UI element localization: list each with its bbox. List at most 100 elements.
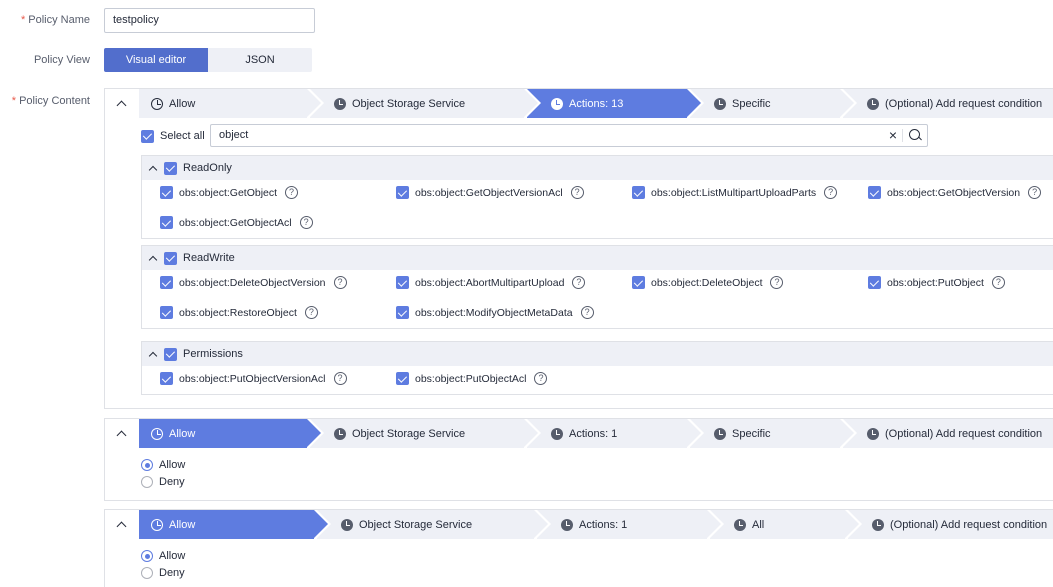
action-checkbox[interactable]: obs:object:GetObjectVersionAcl? xyxy=(396,186,584,199)
help-circle-icon[interactable]: ? xyxy=(534,372,548,385)
clock-filled-icon xyxy=(734,518,746,531)
radio-unselected-icon xyxy=(141,567,153,579)
chevron-up-icon xyxy=(116,430,126,441)
step-condition[interactable]: (Optional) Add request condition xyxy=(848,510,1053,539)
clock-filled-icon xyxy=(551,427,563,440)
action-checkbox[interactable]: obs:object:PutObjectAcl? xyxy=(396,372,548,385)
policy-view-toggle: Visual editor JSON xyxy=(104,48,312,72)
help-circle-icon[interactable]: ? xyxy=(299,216,313,229)
policy-view-label: Policy View xyxy=(33,54,90,66)
checkbox-checked-icon[interactable] xyxy=(164,161,177,175)
chevron-up-icon xyxy=(148,255,158,264)
checkbox-checked-icon xyxy=(160,216,173,229)
help-circle-icon[interactable]: ? xyxy=(304,306,318,319)
policy-statement-2: Allow Object Storage Service Actions: 1 … xyxy=(104,418,1053,501)
clock-filled-icon xyxy=(561,518,573,531)
action-group-readwrite: ReadWrite obs:object:DeleteObjectVersion… xyxy=(141,245,1053,329)
chevron-up-icon xyxy=(148,351,158,360)
step-service[interactable]: Object Storage Service xyxy=(310,89,538,118)
help-circle-icon[interactable]: ? xyxy=(991,276,1005,289)
collapse-statement-button[interactable] xyxy=(105,419,137,448)
checkbox-checked-icon xyxy=(396,276,409,289)
policy-name-input[interactable]: testpolicy xyxy=(104,8,315,33)
group-header[interactable]: ReadOnly xyxy=(142,156,1053,180)
action-checkbox[interactable]: obs:object:GetObjectVersion? xyxy=(868,186,1042,199)
action-group-permissions: Permissions obs:object:PutObjectVersionA… xyxy=(141,341,1053,395)
effect-radio-allow[interactable]: Allow xyxy=(141,550,185,562)
radio-selected-icon xyxy=(141,550,153,562)
collapse-statement-button[interactable] xyxy=(105,89,137,118)
visual-editor-button[interactable]: Visual editor xyxy=(104,48,208,72)
clock-filled-icon xyxy=(867,427,879,440)
help-circle-icon[interactable]: ? xyxy=(285,186,299,199)
action-group-readonly: ReadOnly obs:object:GetObject? obs:objec… xyxy=(141,155,1053,239)
action-checkbox[interactable]: obs:object:AbortMultipartUpload? xyxy=(396,276,586,289)
action-checkbox[interactable]: obs:object:ListMultipartUploadParts? xyxy=(632,186,838,199)
help-circle-icon[interactable]: ? xyxy=(333,276,347,289)
policy-content-label: * Policy Content xyxy=(11,95,90,107)
group-header[interactable]: ReadWrite xyxy=(142,246,1053,270)
checkbox-checked-icon[interactable] xyxy=(164,251,177,265)
clock-outline-icon xyxy=(151,97,163,110)
checkbox-checked-icon xyxy=(868,186,881,199)
action-search-input[interactable]: object × xyxy=(210,124,928,147)
step-service[interactable]: Object Storage Service xyxy=(310,419,538,448)
action-checkbox[interactable]: obs:object:GetObjectAcl? xyxy=(160,216,313,229)
search-icon[interactable] xyxy=(909,129,920,140)
checkbox-checked-icon xyxy=(868,276,881,289)
step-effect[interactable]: Allow xyxy=(139,510,328,539)
help-circle-icon[interactable]: ? xyxy=(580,306,594,319)
policy-name-label: * Policy Name xyxy=(20,14,90,26)
clock-filled-icon xyxy=(867,97,879,110)
step-effect[interactable]: Allow xyxy=(139,419,321,448)
action-checkbox[interactable]: obs:object:GetObject? xyxy=(160,186,299,199)
help-circle-icon[interactable]: ? xyxy=(572,276,586,289)
clock-filled-icon xyxy=(551,97,563,110)
collapse-statement-button[interactable] xyxy=(105,510,137,539)
effect-radio-allow[interactable]: Allow xyxy=(141,459,185,471)
help-circle-icon[interactable]: ? xyxy=(333,372,347,385)
step-resources[interactable]: Specific xyxy=(690,419,854,448)
checkbox-checked-icon xyxy=(160,186,173,199)
checkbox-checked-icon xyxy=(396,372,409,385)
close-icon[interactable]: × xyxy=(889,125,897,146)
action-checkbox[interactable]: obs:object:DeleteObjectVersion? xyxy=(160,276,347,289)
checkbox-checked-icon xyxy=(160,372,173,385)
checkbox-checked-icon xyxy=(396,306,409,319)
action-checkbox[interactable]: obs:object:ModifyObjectMetaData? xyxy=(396,306,594,319)
step-actions[interactable]: Actions: 1 xyxy=(537,510,721,539)
clock-filled-icon xyxy=(341,518,353,531)
step-actions[interactable]: Actions: 13 xyxy=(527,89,701,118)
step-condition[interactable]: (Optional) Add request condition xyxy=(843,419,1053,448)
step-effect[interactable]: Allow xyxy=(139,89,321,118)
radio-selected-icon xyxy=(141,459,153,471)
clock-filled-icon xyxy=(334,97,346,110)
statement-steps: Allow Object Storage Service Actions: 1 … xyxy=(139,419,1053,448)
action-checkbox[interactable]: obs:object:PutObject? xyxy=(868,276,1005,289)
help-circle-icon[interactable]: ? xyxy=(824,186,838,199)
checkbox-checked-icon xyxy=(160,276,173,289)
action-checkbox[interactable]: obs:object:RestoreObject? xyxy=(160,306,318,319)
action-checkbox[interactable]: obs:object:PutObjectVersionAcl? xyxy=(160,372,347,385)
checkbox-checked-icon xyxy=(632,276,645,289)
step-service[interactable]: Object Storage Service xyxy=(317,510,548,539)
policy-statement-1: Allow Object Storage Service Actions: 13… xyxy=(104,88,1053,409)
checkbox-checked-icon[interactable] xyxy=(164,347,177,361)
help-circle-icon[interactable]: ? xyxy=(1028,186,1042,199)
effect-radio-deny[interactable]: Deny xyxy=(141,476,185,488)
step-actions[interactable]: Actions: 1 xyxy=(527,419,701,448)
help-circle-icon[interactable]: ? xyxy=(570,186,584,199)
step-condition[interactable]: (Optional) Add request condition xyxy=(843,89,1053,118)
step-resources[interactable]: All xyxy=(710,510,859,539)
group-header[interactable]: Permissions xyxy=(142,342,1053,366)
effect-radio-deny[interactable]: Deny xyxy=(141,567,185,579)
action-checkbox[interactable]: obs:object:DeleteObject? xyxy=(632,276,784,289)
chevron-up-icon xyxy=(148,165,158,174)
clock-outline-icon xyxy=(151,427,163,440)
select-all-checkbox[interactable]: Select all xyxy=(141,125,205,147)
json-button[interactable]: JSON xyxy=(208,48,312,72)
checkbox-checked-icon xyxy=(160,306,173,319)
clock-filled-icon xyxy=(714,97,726,110)
help-circle-icon[interactable]: ? xyxy=(770,276,784,289)
step-resources[interactable]: Specific xyxy=(690,89,854,118)
